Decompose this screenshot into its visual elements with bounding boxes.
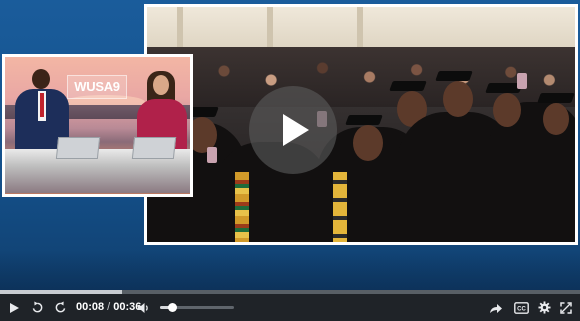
volume-button[interactable] <box>134 294 152 321</box>
fullscreen-button[interactable] <box>556 294 576 321</box>
graduate-head <box>443 81 473 117</box>
fullscreen-icon <box>560 301 572 314</box>
volume-icon <box>137 302 148 313</box>
volume-knob[interactable] <box>167 303 177 312</box>
current-time: 00:08 <box>76 301 105 313</box>
forward-icon <box>55 301 65 313</box>
closed-captions-icon: CC <box>513 301 529 314</box>
phone <box>517 73 527 89</box>
main-video-frame[interactable] <box>144 4 578 245</box>
anchor-left-tie <box>40 93 44 117</box>
graduate-head <box>353 125 383 161</box>
anchor-right-head <box>153 75 169 95</box>
settings-button[interactable] <box>534 294 554 321</box>
volume-slider[interactable] <box>160 303 234 312</box>
svg-text:CC: CC <box>517 306 526 312</box>
laptop <box>55 137 101 159</box>
graduate-head <box>543 103 569 135</box>
pip-video-frame[interactable]: WUSA9 <box>2 54 193 197</box>
pip-video[interactable]: WUSA9 <box>5 57 190 194</box>
replay-icon <box>32 301 42 313</box>
phone <box>207 147 217 163</box>
captions-button[interactable]: CC <box>510 294 532 321</box>
graduate-head <box>493 93 521 127</box>
main-video[interactable] <box>147 7 575 242</box>
replay-button[interactable] <box>27 294 47 321</box>
gear-icon <box>537 301 551 314</box>
graduation-cap <box>537 93 575 103</box>
gold-stole <box>333 172 347 242</box>
graduation-cap <box>345 115 383 125</box>
share-button[interactable] <box>486 294 506 321</box>
station-logo: WUSA9 <box>67 75 127 99</box>
big-play-button[interactable] <box>249 86 337 174</box>
anchor-left-head <box>32 69 50 89</box>
kente-stole <box>235 172 249 242</box>
play-icon <box>10 302 19 313</box>
time-display: 00:08/00:36 <box>76 294 141 321</box>
play-button[interactable] <box>4 294 24 321</box>
graduation-cap <box>435 71 473 81</box>
share-icon <box>490 303 502 313</box>
graduation-cap <box>389 81 427 91</box>
play-icon <box>283 114 309 146</box>
control-bar: 00:08/00:36 CC <box>0 294 580 321</box>
player-stage: WUSA9 <box>0 0 580 290</box>
time-separator: / <box>107 301 111 313</box>
stage-shadow <box>0 250 580 290</box>
laptop <box>131 137 177 159</box>
forward-button[interactable] <box>50 294 70 321</box>
